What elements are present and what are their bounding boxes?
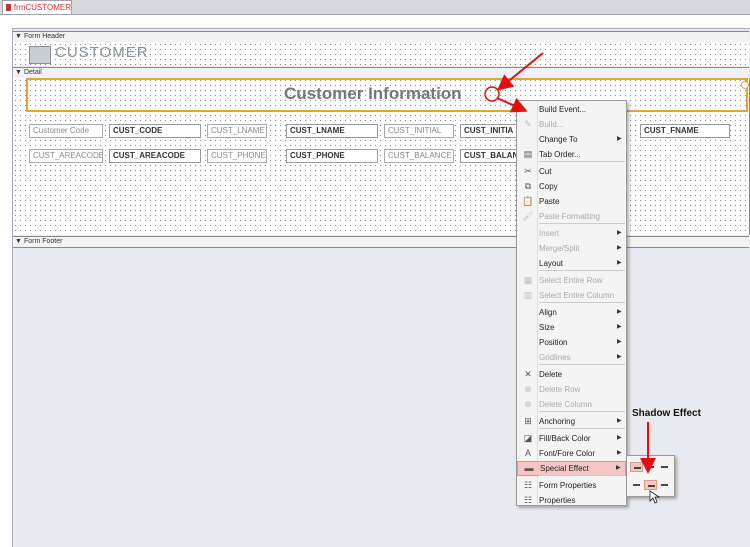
annotation-arrows: [484, 52, 661, 504]
mouse-pointer-icon: [649, 490, 661, 504]
callout-arrow-2: [496, 97, 528, 113]
callout-arrow-1: [496, 52, 544, 91]
